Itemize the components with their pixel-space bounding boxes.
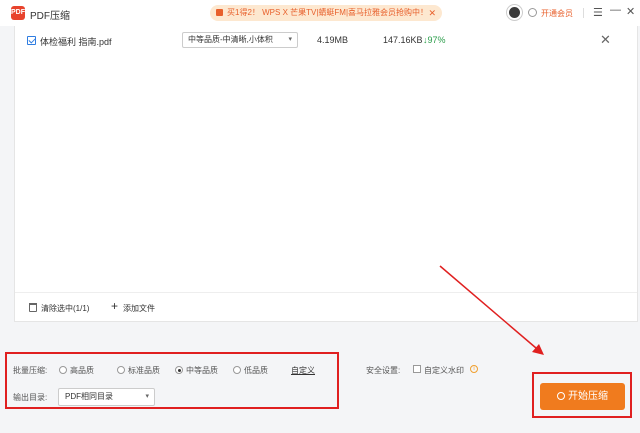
annotation-arrow [439,265,544,355]
